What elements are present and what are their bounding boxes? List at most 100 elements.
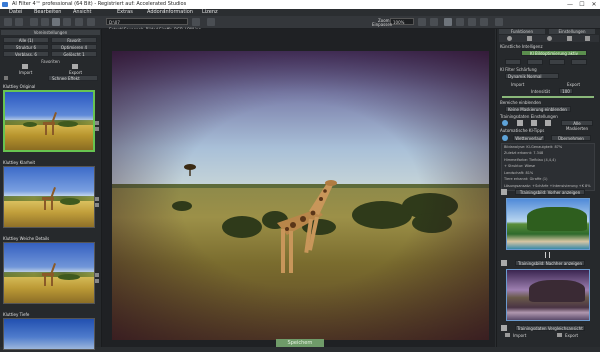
preset-thumbnail[interactable]: [3, 242, 95, 304]
minimize-button[interactable]: —: [564, 0, 576, 9]
info-line: Landschaft: 81%: [504, 171, 534, 175]
auto-apply-button[interactable]: Übernehmen: [551, 135, 591, 141]
tool-icon-2[interactable]: [527, 36, 532, 41]
import-label[interactable]: Import: [19, 70, 32, 75]
compare-icon[interactable]: [75, 18, 83, 26]
fullscreen-icon[interactable]: [480, 18, 488, 26]
trash-icon[interactable]: [501, 325, 507, 331]
redo-icon[interactable]: [41, 18, 49, 26]
ai-import-label[interactable]: Import: [511, 82, 524, 87]
maximize-button[interactable]: ☐: [576, 0, 588, 9]
preset-filter-deleted[interactable]: Gelöscht 1: [51, 51, 97, 57]
preset-filter-optimize[interactable]: Optimieren 4: [51, 44, 97, 50]
tp-eraser-icon[interactable]: [531, 120, 537, 126]
tab-settings[interactable]: Einstellungen: [549, 29, 595, 34]
strength-input[interactable]: 100: [559, 88, 573, 94]
delete-icon[interactable]: [95, 279, 99, 283]
ai-mode-1-button[interactable]: [505, 59, 521, 65]
save-button[interactable]: Speichern: [276, 339, 324, 347]
pause-icon[interactable]: [545, 252, 550, 258]
tool-icon-1[interactable]: [507, 36, 512, 41]
bottom-import-icon[interactable]: [505, 333, 510, 337]
favorite-star-icon[interactable]: [95, 273, 99, 277]
preset-item[interactable]: Kluttiey Tiefe: [3, 312, 95, 352]
tab-functions[interactable]: Funktionen: [499, 29, 545, 34]
tool-icon-4[interactable]: [567, 36, 572, 41]
preset-thumbnail[interactable]: [3, 90, 95, 152]
presets-panel: Voreinstellungen Alle (1) Favorit Strukt…: [0, 29, 102, 350]
fit-label[interactable]: Einpassen: [372, 22, 392, 27]
show-before-button[interactable]: Trainingsbild: Vorher anzeigen: [515, 189, 585, 195]
menu-lizenz[interactable]: Lizenz: [202, 9, 218, 16]
favorite-star-icon[interactable]: [95, 197, 99, 201]
tp-brush-icon[interactable]: [517, 120, 523, 126]
menu-information[interactable]: Information: [164, 9, 193, 16]
file-select[interactable]: D:\07 Entsch\Savannah_Bilder\Giraffe_RGB…: [106, 18, 201, 32]
tool-icon-3[interactable]: [547, 36, 552, 41]
before-thumbnail[interactable]: [506, 198, 590, 250]
crop-icon[interactable]: [52, 18, 60, 26]
view-side-icon[interactable]: [468, 18, 476, 26]
ai-mode-3-button[interactable]: [549, 59, 565, 65]
view-single-icon[interactable]: [444, 18, 452, 26]
share-icon[interactable]: [192, 18, 200, 26]
favorite-star-icon[interactable]: [95, 121, 99, 125]
preset-item[interactable]: Kluttiey Weiche Details: [3, 236, 95, 310]
show-after-button[interactable]: Trainingsbild: Nachher anzeigen: [515, 260, 585, 266]
zoom-out-icon[interactable]: [430, 18, 438, 26]
tp-fill-icon[interactable]: [545, 120, 551, 126]
trash-icon[interactable]: [501, 260, 507, 266]
menu-extras[interactable]: Extras: [117, 9, 133, 16]
zoom-in-icon[interactable]: [418, 18, 426, 26]
ai-analysis-info: Bildanalyse: KI-Genauigkeit: 87% Zuletzt…: [501, 143, 595, 191]
tp-toggle-icon[interactable]: [502, 120, 508, 126]
menu-datei[interactable]: Datei: [9, 9, 22, 16]
after-thumbnail[interactable]: [506, 269, 590, 321]
menu-addons[interactable]: Addons: [147, 9, 166, 16]
ai-export-label[interactable]: Export: [567, 82, 580, 87]
tp-all-button[interactable]: Alle Maskierten: [561, 120, 593, 131]
preset-item[interactable]: Kluttiey Original: [3, 84, 95, 158]
open-file-icon[interactable]: [4, 18, 12, 26]
preset-item[interactable]: Kluttiey Klarheit: [3, 160, 95, 234]
batch-icon[interactable]: [87, 18, 95, 26]
undo-icon[interactable]: [30, 18, 38, 26]
export-icon[interactable]: [72, 64, 78, 69]
delete-icon[interactable]: [95, 127, 99, 131]
delete-icon[interactable]: [95, 203, 99, 207]
main-image-preview[interactable]: [112, 51, 489, 340]
strength-slider[interactable]: [502, 96, 594, 98]
ai-filter-select[interactable]: Dynamik Normal: [505, 73, 559, 79]
auto-toggle-icon[interactable]: [502, 135, 508, 141]
preset-filter-favorite[interactable]: Favorit: [51, 37, 97, 43]
auto-weather-button[interactable]: Wetterverlauf: [513, 135, 545, 141]
preset-filter-all[interactable]: Alle (1): [3, 37, 49, 43]
zoom-select[interactable]: 100%: [390, 18, 414, 25]
compare-view-button[interactable]: Trainingsdaten Vergleichsansicht: [515, 325, 585, 331]
list-view-icon[interactable]: [4, 76, 8, 80]
effect-filter-select[interactable]: Schnee Effekt: [48, 75, 98, 81]
bottom-export-label[interactable]: Export: [565, 333, 578, 338]
view-split-icon[interactable]: [456, 18, 464, 26]
trash-icon[interactable]: [501, 189, 507, 195]
import-icon[interactable]: [22, 64, 28, 69]
close-button[interactable]: ✕: [588, 0, 600, 9]
ai-mode-2-button[interactable]: [527, 59, 543, 65]
preset-thumbnail[interactable]: [3, 318, 95, 350]
preset-filter-structure[interactable]: Struktur 6: [3, 44, 49, 50]
compare-select[interactable]: Keine Maskierung einblenden: [505, 106, 571, 112]
tool-icon-5[interactable]: [585, 36, 590, 41]
rotate-icon[interactable]: [63, 18, 71, 26]
preset-thumbnail[interactable]: [3, 166, 95, 228]
menu-bearbeiten[interactable]: Bearbeiten: [34, 9, 61, 16]
menu-ansicht[interactable]: Ansicht: [73, 9, 91, 16]
preset-filter-fade[interactable]: Verblass. 6: [3, 51, 49, 57]
preset-label: Kluttiey Klarheit: [3, 160, 36, 165]
ai-mode-4-button[interactable]: [571, 59, 587, 65]
bottom-export-icon[interactable]: [557, 333, 562, 337]
settings-icon[interactable]: [207, 18, 215, 26]
ai-optimize-button[interactable]: KI Bildoptimierung aktiv: [521, 50, 587, 56]
save-file-icon[interactable]: [15, 18, 23, 26]
info-icon[interactable]: [495, 18, 503, 26]
bottom-import-label[interactable]: Import: [513, 333, 526, 338]
